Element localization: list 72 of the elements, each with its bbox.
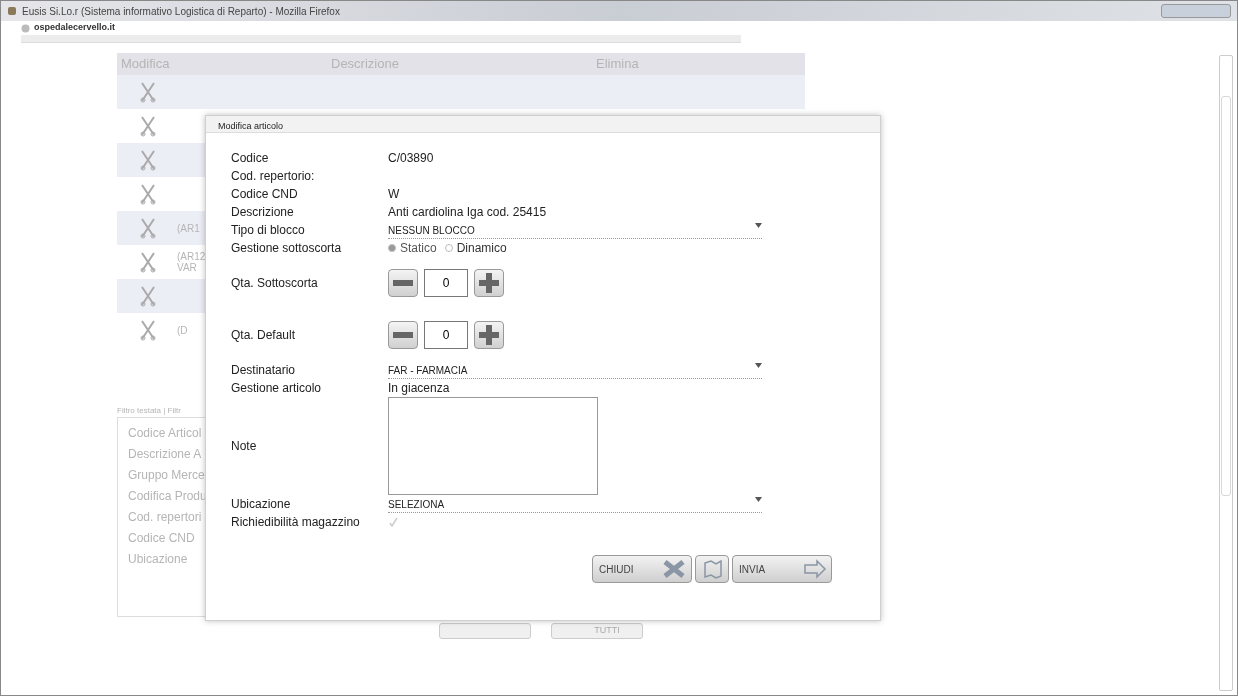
field-label: Qta. Default [231,327,297,344]
quantity-field[interactable]: 0 [424,269,468,297]
field-value: C/03890 [388,150,434,167]
notes-field[interactable] [388,397,598,495]
scissors-icon[interactable] [139,149,157,171]
minus-button[interactable] [388,321,418,349]
dropdown[interactable]: SELEZIONA [388,495,762,513]
field-label: Gestione articolo [231,380,323,397]
dropdown-value: FAR - FARMACIA [388,364,468,378]
filter-label: Gruppo Merce [128,467,205,484]
caret-icon [755,497,762,502]
caret-icon [755,223,762,228]
caret-icon [755,363,762,368]
dropdown[interactable]: NESSUN BLOCCO [388,221,762,239]
scissors-icon[interactable] [139,183,157,205]
window-controls[interactable] [1161,4,1231,18]
scrollbar[interactable] [1219,55,1233,691]
minus-icon [393,332,413,338]
dropdown-value: SELEZIONA [388,498,445,512]
field-label: Note [231,438,258,455]
field-label: Gestione sottoscorta [231,240,343,257]
send-button[interactable]: INVIA [732,555,832,583]
plus-icon [479,273,499,293]
radio-option[interactable]: Dinamico [444,239,507,257]
row-text: (D [177,324,188,336]
field-label: Qta. Sottoscorta [231,275,319,292]
field-label: Richiedibilità magazzino [231,514,361,531]
map-icon [702,558,724,580]
field-label: Codice [231,150,270,167]
checkbox[interactable] [388,517,398,527]
url-text[interactable]: ospedalecervello.it [34,21,116,35]
filter-label: Cod. repertori [128,509,202,526]
field-label: Descrizione [231,204,295,221]
scissors-icon[interactable] [139,217,157,239]
site-icon [21,23,30,33]
search-button[interactable] [439,623,531,639]
window-title: Eusis Si.Lo.r (Sistema informativo Logistica di Reparto) - Mozilla Firefox [22,4,340,19]
close-icon [661,558,687,580]
minus-icon [393,280,413,286]
filter-label: Codice CND [128,530,195,547]
scissors-icon[interactable] [139,251,157,273]
field-value: W [388,186,400,203]
minus-button[interactable] [388,269,418,297]
scissors-icon[interactable] [139,319,157,341]
quantity-field[interactable]: 0 [424,321,468,349]
plus-button[interactable] [474,321,504,349]
field-label: Codice CND [231,186,299,203]
filter-label: Descrizione A [128,446,202,463]
field-label: Cod. repertorio: [231,168,316,185]
radio-option[interactable]: Statico [388,239,437,257]
row-text: (AR1 [177,222,200,234]
field-value: Anti cardiolina Iga cod. 25415 [388,204,547,221]
scissors-icon[interactable] [139,81,157,103]
dropdown[interactable]: FAR - FARMACIA [388,361,762,379]
map-button[interactable] [695,555,729,583]
scissors-icon[interactable] [139,115,157,137]
dialog-title: Modifica articolo [206,116,880,133]
filter-label: Codice Articol [128,425,202,442]
close-button[interactable]: CHIUDI [592,555,692,583]
row-text: (AR12 [177,251,206,262]
plus-icon [479,325,499,345]
dropdown-value: NESSUN BLOCCO [388,224,475,238]
plus-button[interactable] [474,269,504,297]
scissors-icon[interactable] [139,285,157,307]
field-label: Destinatario [231,362,297,379]
row-text: VAR [177,262,197,273]
field-value: In giacenza [388,380,450,397]
field-label: Ubicazione [231,496,292,513]
field-label: Tipo di blocco [231,222,306,239]
app-icon [7,6,17,16]
filter-label: Ubicazione [128,551,188,568]
arrow-icon [803,559,827,579]
